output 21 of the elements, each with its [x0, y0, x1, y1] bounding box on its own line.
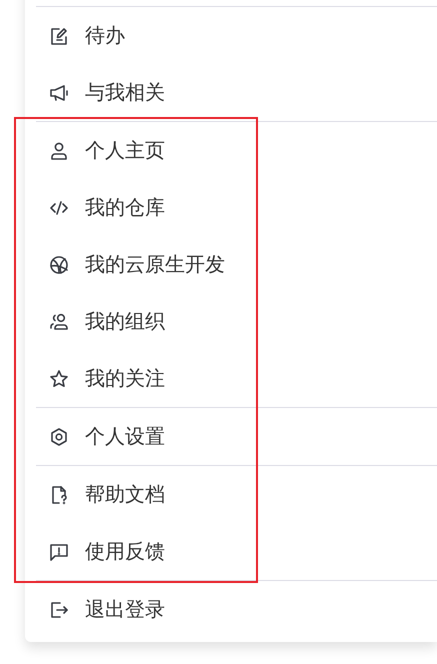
menu-item[interactable]: 使用反馈 — [36, 523, 437, 580]
ball-icon — [49, 254, 69, 274]
menu-item[interactable]: 我的关注 — [36, 350, 437, 407]
menu-item[interactable]: 与我相关 — [36, 64, 437, 121]
menu-item[interactable]: 帮助文档 — [36, 466, 437, 523]
star-icon — [49, 368, 69, 388]
menu-item[interactable]: 退出登录 — [36, 581, 437, 638]
settings-icon — [49, 426, 69, 446]
menu-item[interactable]: 我的组织 — [36, 293, 437, 350]
menu-item[interactable]: 我的仓库 — [36, 179, 437, 236]
feedback-icon — [49, 542, 69, 562]
person-icon — [49, 140, 69, 160]
menu-item[interactable]: 待办 — [36, 7, 437, 64]
menu-item[interactable]: 个人设置 — [36, 408, 437, 465]
note-pencil-icon — [49, 26, 69, 46]
menu-item[interactable]: 个人主页 — [36, 122, 437, 179]
menu-item[interactable]: 我的云原生开发 — [36, 236, 437, 293]
logout-icon — [49, 600, 69, 620]
megaphone-icon — [49, 82, 69, 102]
group-icon — [49, 312, 69, 332]
help-document-icon — [49, 484, 69, 504]
